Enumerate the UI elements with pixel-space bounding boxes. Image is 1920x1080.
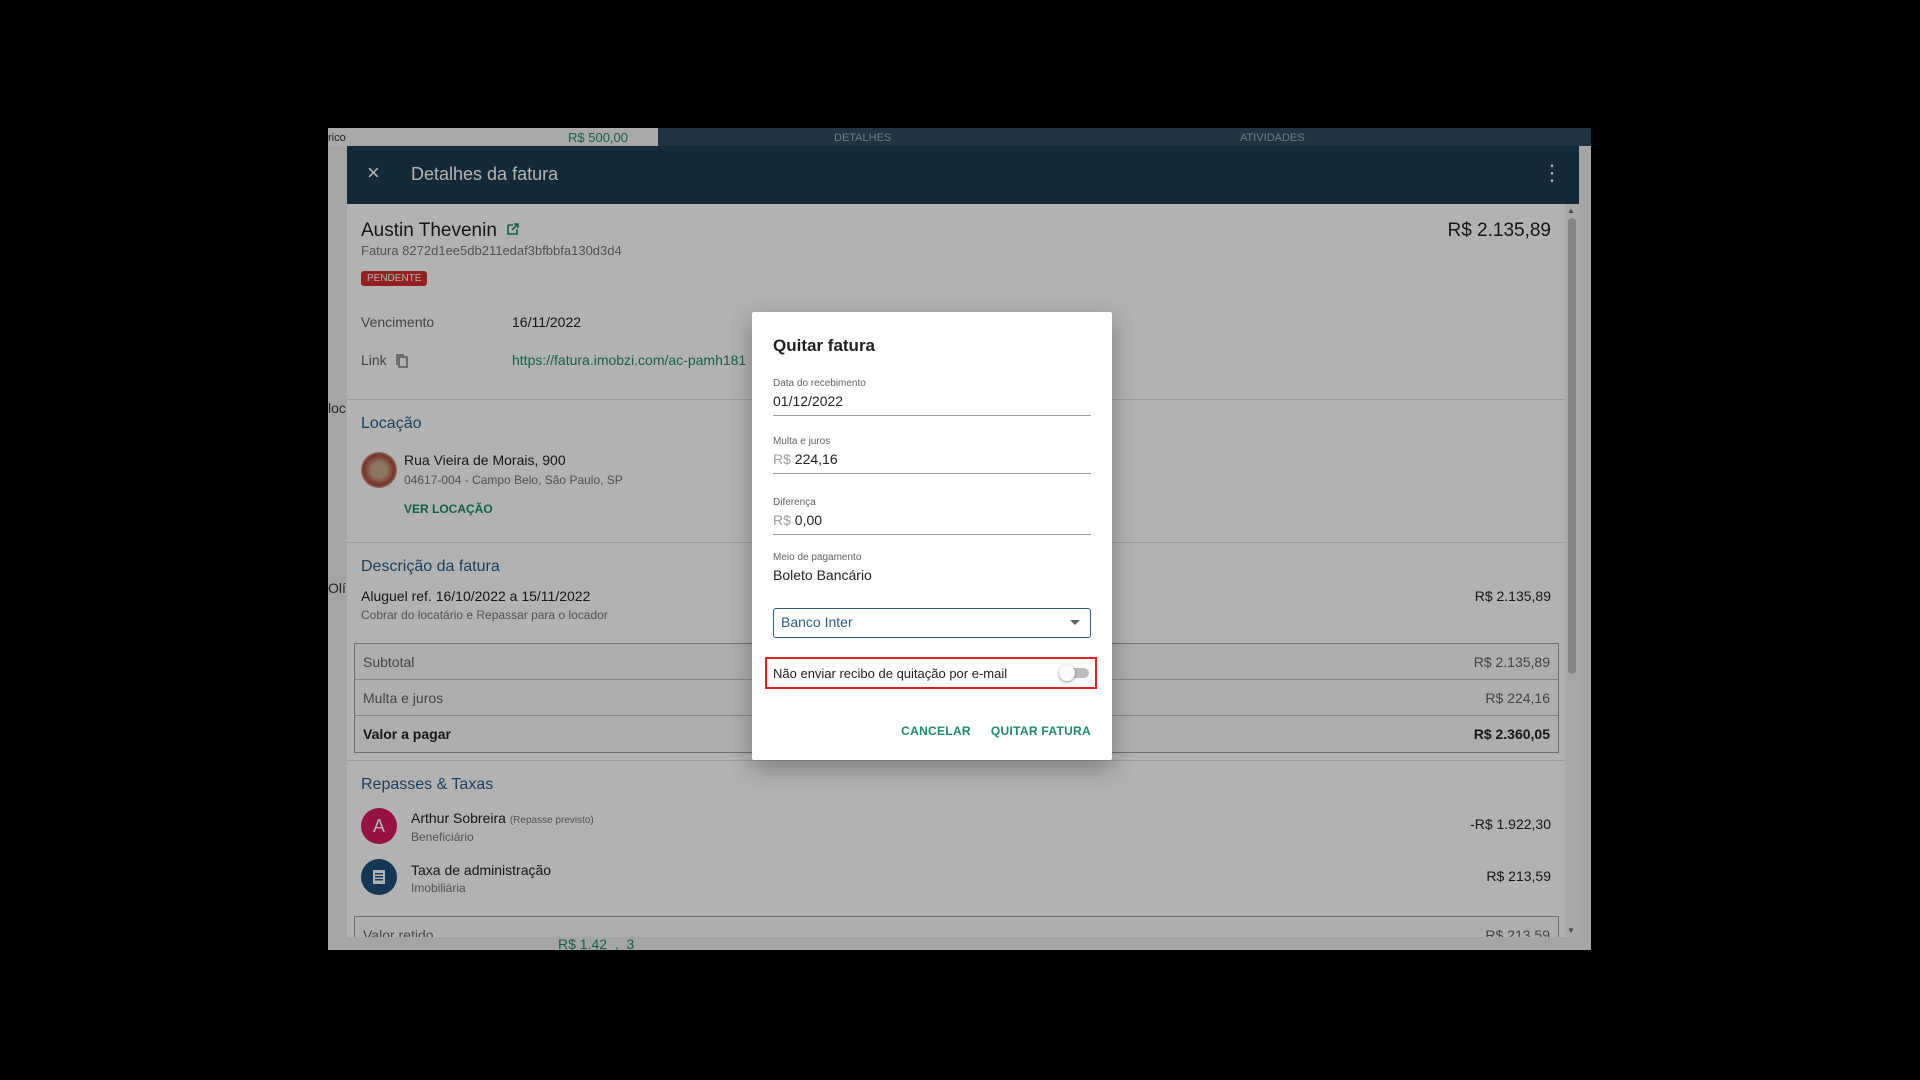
dropdown-caret-icon: [1070, 620, 1080, 625]
difference-field[interactable]: Diferença R$ 0,00: [773, 497, 1091, 535]
dialog-actions: CANCELAR QUITAR FATURA: [901, 724, 1091, 738]
no-email-receipt-row: Não enviar recibo de quitação por e-mail: [765, 657, 1097, 689]
settle-invoice-button[interactable]: QUITAR FATURA: [991, 724, 1091, 738]
receipt-date-field[interactable]: Data do recebimento 01/12/2022: [773, 378, 1091, 416]
settle-invoice-dialog: Quitar fatura Data do recebimento 01/12/…: [752, 312, 1112, 760]
payment-method-field[interactable]: Meio de pagamento Boleto Bancário: [773, 552, 1091, 589]
fees-field[interactable]: Multa e juros R$ 224,16: [773, 436, 1091, 474]
no-email-receipt-label: Não enviar recibo de quitação por e-mail: [773, 665, 1008, 681]
bank-select[interactable]: Banco Inter: [773, 608, 1091, 638]
cancel-button[interactable]: CANCELAR: [901, 724, 971, 738]
no-email-receipt-toggle[interactable]: [1059, 665, 1089, 681]
dialog-title: Quitar fatura: [773, 336, 876, 355]
